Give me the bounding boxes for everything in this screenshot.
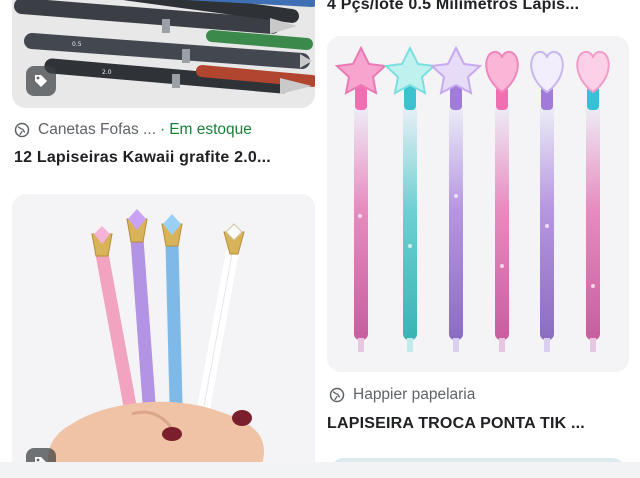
mechanical-pencils-image: 0.5 2.0 (12, 0, 315, 108)
globe-icon (329, 387, 345, 403)
source-name: Canetas Fofas ... (38, 121, 157, 138)
source-name: Happier papelaria (353, 386, 476, 403)
result-image-1[interactable]: 0.5 2.0 (12, 0, 315, 108)
result-card-4[interactable] (12, 194, 315, 474)
result-image-4[interactable] (12, 194, 315, 474)
result-source-1[interactable]: Canetas Fofas ... · Em estoque (14, 121, 252, 139)
globe-icon (14, 122, 30, 138)
result-image-3[interactable] (327, 36, 629, 372)
result-title-2[interactable]: 4 Pçs/lote 0.5 Milímetros Lapis... (327, 0, 579, 14)
svg-text:0.5: 0.5 (72, 41, 82, 48)
bottom-bar (0, 462, 640, 478)
price-tag-icon (26, 66, 56, 96)
stock-separator: · (160, 121, 166, 138)
stock-status: Em estoque (169, 121, 252, 138)
svg-text:2.0: 2.0 (102, 69, 112, 76)
result-source-3[interactable]: Happier papelaria (329, 386, 475, 404)
result-title-1[interactable]: 12 Lapiseiras Kawaii grafite 2.0... (14, 149, 271, 167)
result-card-1[interactable]: 0.5 2.0 Canetas Fofas ... · Em estoque 1… (12, 0, 315, 180)
result-title-3[interactable]: LAPISEIRA TROCA PONTA TIK ... (327, 415, 585, 433)
result-card-3[interactable]: Happier papelaria LAPISEIRA TROCA PONTA … (327, 36, 629, 436)
star-pencils-image (327, 36, 629, 372)
diamond-pencils-image (12, 194, 315, 474)
